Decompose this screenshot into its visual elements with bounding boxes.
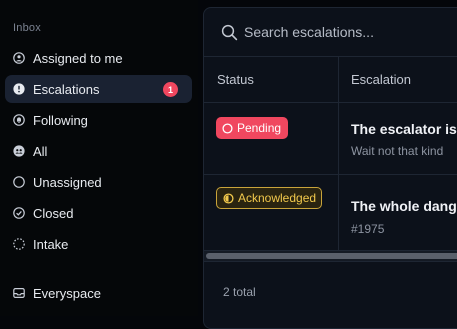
sidebar-item-label: Following <box>33 112 88 128</box>
escalation-subtitle: Wait not that kind <box>351 144 444 158</box>
status-label: Pending <box>237 121 282 135</box>
table-row[interactable]: Acknowledged The whole dang #1975 <box>204 175 457 251</box>
escalations-panel: Status Escalation Pending The escalator … <box>203 7 457 329</box>
search-input[interactable] <box>244 20 457 44</box>
total-count: 2 total <box>223 285 256 299</box>
column-header-status[interactable]: Status <box>217 72 254 87</box>
table-header: Status Escalation <box>204 57 457 103</box>
escalation-title: The escalator is <box>351 121 457 137</box>
sidebar-item-label: All <box>33 143 48 159</box>
sidebar-item-label: Intake <box>33 236 69 252</box>
search-bar <box>204 8 457 57</box>
user-circle-icon <box>13 52 25 64</box>
sidebar-item-label: Escalations <box>33 81 100 97</box>
alert-circle-icon <box>13 83 25 95</box>
dashed-circle-icon <box>13 238 25 250</box>
status-badge-pending: Pending <box>216 117 288 139</box>
sidebar-item-closed[interactable]: Closed <box>5 199 192 227</box>
scrollbar-thumb[interactable] <box>206 253 457 259</box>
sidebar-item-label: Everyspace <box>33 285 101 301</box>
sidebar: Inbox Assigned to me Escalations 1 Follo… <box>0 0 198 316</box>
sidebar-item-label: Assigned to me <box>33 50 123 66</box>
sidebar-item-unassigned[interactable]: Unassigned <box>5 168 192 196</box>
table-footer: 2 total <box>204 261 457 322</box>
search-icon <box>221 24 238 46</box>
status-label: Acknowledged <box>238 191 317 205</box>
half-circle-icon <box>223 192 234 204</box>
sidebar-item-escalations[interactable]: Escalations 1 <box>5 75 192 103</box>
table-row[interactable]: Pending The escalator is Wait not that k… <box>204 103 457 175</box>
sidebar-item-label: Closed <box>33 205 74 221</box>
sidebar-item-assigned-to-me[interactable]: Assigned to me <box>5 44 192 72</box>
check-circle-icon <box>13 207 25 219</box>
horizontal-scrollbar[interactable] <box>204 251 457 261</box>
bell-circle-icon <box>13 114 25 126</box>
users-circle-icon <box>13 145 25 157</box>
column-header-escalation[interactable]: Escalation <box>351 72 411 87</box>
sidebar-heading: Inbox <box>13 22 41 34</box>
escalation-subtitle: #1975 <box>351 222 385 236</box>
pending-circle-icon <box>222 122 233 134</box>
sidebar-item-intake[interactable]: Intake <box>5 230 192 258</box>
status-badge-acknowledged: Acknowledged <box>216 187 322 209</box>
escalations-count-badge: 1 <box>163 82 178 97</box>
sidebar-item-label: Unassigned <box>33 174 102 190</box>
inbox-tray-icon <box>13 287 25 299</box>
sidebar-item-following[interactable]: Following <box>5 106 192 134</box>
empty-circle-icon <box>13 176 25 188</box>
sidebar-item-all[interactable]: All <box>5 137 192 165</box>
sidebar-item-everyspace[interactable]: Everyspace <box>5 279 192 307</box>
escalation-title: The whole dang <box>351 198 457 214</box>
